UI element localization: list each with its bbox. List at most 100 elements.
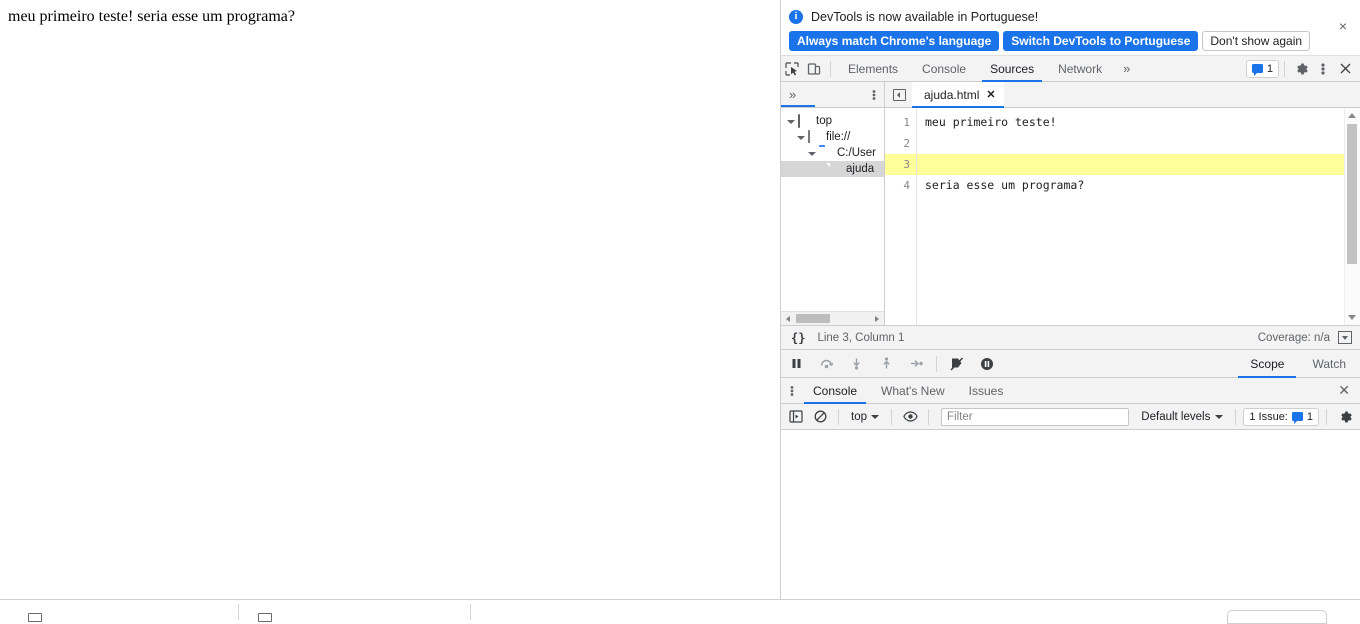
console-settings-gear-icon[interactable] <box>1334 406 1356 428</box>
debugger-toolbar: Scope Watch <box>781 350 1360 378</box>
editor-status-bar: {} Line 3, Column 1 Coverage: n/a <box>781 325 1360 350</box>
always-match-language-button[interactable]: Always match Chrome's language <box>789 31 1000 51</box>
console-levels-selector[interactable]: Default levels <box>1136 411 1228 423</box>
step-out-button[interactable] <box>871 350 901 378</box>
toolbar-divider <box>1235 408 1237 425</box>
drawer-tabbar: Console What's New Issues ✕ <box>781 378 1360 404</box>
scrollbar-thumb[interactable] <box>1347 124 1357 264</box>
inspect-element-icon[interactable] <box>781 58 803 80</box>
file-tree: top file:// C:/User ajuda <box>781 108 884 311</box>
close-drawer-icon[interactable]: ✕ <box>1338 382 1360 399</box>
pretty-print-icon[interactable]: {} <box>791 331 805 345</box>
drawer-tab-whats-new[interactable]: What's New <box>869 378 957 404</box>
tab-sources[interactable]: Sources <box>978 56 1046 82</box>
issues-count: 1 <box>1266 62 1273 75</box>
editor-tab-label: ajuda.html <box>924 87 980 102</box>
pause-on-exceptions-button[interactable] <box>972 350 1002 378</box>
code-line[interactable]: meu primeiro teste! <box>917 112 1344 133</box>
code-content[interactable]: meu primeiro teste! seria esse um progra… <box>917 108 1344 325</box>
line-number-gutter: 1 2 3 4 <box>885 108 917 325</box>
close-tab-icon[interactable]: ✕ <box>986 88 995 101</box>
deactivate-breakpoints-button[interactable] <box>942 350 972 378</box>
tab-elements[interactable]: Elements <box>836 56 910 82</box>
console-context-label: top <box>851 410 867 423</box>
toolbar-divider <box>1326 408 1327 425</box>
scrollbar-thumb[interactable] <box>796 314 830 323</box>
tree-node-ajuda[interactable]: ajuda <box>781 161 884 177</box>
dont-show-again-button[interactable]: Don't show again <box>1202 31 1311 51</box>
device-toolbar-icon[interactable] <box>803 58 825 80</box>
code-editor[interactable]: 1 2 3 4 meu primeiro teste! seria esse u… <box>885 108 1360 325</box>
coverage-dropdown-icon[interactable] <box>1338 331 1352 344</box>
line-number: 1 <box>903 116 910 129</box>
editor-tab-ajuda-html[interactable]: ajuda.html ✕ <box>912 81 1004 108</box>
tab-scope[interactable]: Scope <box>1236 350 1298 378</box>
tree-node-label: ajuda <box>846 163 875 175</box>
editor-vertical-scrollbar[interactable] <box>1344 108 1360 325</box>
step-button[interactable] <box>901 350 931 378</box>
scroll-up-arrow-icon[interactable] <box>1348 113 1356 118</box>
scroll-down-arrow-icon[interactable] <box>1348 315 1356 320</box>
clear-console-icon[interactable] <box>809 406 831 428</box>
taskbar-window-icon[interactable] <box>258 613 272 622</box>
issues-count: 1 <box>1306 410 1313 423</box>
close-notification-icon[interactable]: × <box>1336 19 1350 33</box>
pause-script-button[interactable] <box>781 350 811 378</box>
toolbar-divider <box>928 408 929 425</box>
scroll-left-arrow-icon[interactable] <box>786 315 790 322</box>
more-tabs-icon[interactable]: » <box>1114 56 1139 82</box>
drawer-tab-issues[interactable]: Issues <box>957 378 1016 404</box>
taskbar-button[interactable] <box>1227 610 1327 624</box>
console-issues-badge[interactable]: 1 Issue: 1 <box>1243 407 1319 426</box>
toolbar-divider <box>838 408 839 425</box>
console-sidebar-icon[interactable] <box>785 406 807 428</box>
code-line[interactable] <box>917 133 1344 154</box>
code-line-active[interactable] <box>917 154 1344 175</box>
line-number: 3 <box>885 154 916 175</box>
step-over-button[interactable] <box>811 350 841 378</box>
expand-triangle-icon[interactable] <box>808 152 816 156</box>
navigator-menu-icon[interactable] <box>872 89 884 101</box>
expand-triangle-icon[interactable] <box>787 120 795 124</box>
tree-node-label: top <box>816 115 832 127</box>
taskbar-divider <box>470 604 471 620</box>
expand-triangle-icon[interactable] <box>797 136 805 140</box>
navigator-tabbar: » <box>781 82 884 108</box>
switch-devtools-language-button[interactable]: Switch DevTools to Portuguese <box>1003 31 1199 51</box>
tab-console[interactable]: Console <box>910 56 978 82</box>
coverage-text: Coverage: n/a <box>1257 331 1330 344</box>
drawer-menu-icon[interactable] <box>781 385 801 397</box>
tree-node-folder[interactable]: C:/User <box>781 145 884 161</box>
step-into-button[interactable] <box>841 350 871 378</box>
debugger-sidebar-tabs: Scope Watch <box>1236 350 1360 378</box>
navigator-panel: » top file:// C:/User ajuda <box>781 82 885 325</box>
code-line[interactable]: seria esse um programa? <box>917 175 1344 196</box>
navigator-overflow-icon[interactable]: » <box>781 87 796 102</box>
tree-node-top[interactable]: top <box>781 113 884 129</box>
console-toolbar: top Default levels 1 <box>781 404 1360 430</box>
kebab-menu-icon[interactable] <box>1312 58 1334 80</box>
language-notification: i DevTools is now available in Portugues… <box>781 0 1360 56</box>
tree-node-file-scheme[interactable]: file:// <box>781 129 884 145</box>
issues-label: 1 Issue: <box>1249 410 1288 423</box>
taskbar-divider <box>238 604 239 620</box>
issues-badge[interactable]: 1 <box>1245 59 1279 78</box>
taskbar-strip <box>0 599 1360 624</box>
file-icon <box>828 163 842 175</box>
close-devtools-icon[interactable] <box>1334 58 1356 80</box>
tab-network[interactable]: Network <box>1046 56 1114 82</box>
message-bubble-icon <box>1251 64 1263 76</box>
gear-icon[interactable] <box>1290 58 1312 80</box>
sources-split: » top file:// C:/User ajuda ajuda.html ✕… <box>781 81 1360 325</box>
collapse-sidebar-icon[interactable] <box>893 88 906 101</box>
live-expression-icon[interactable] <box>899 406 921 428</box>
scroll-right-arrow-icon[interactable] <box>875 315 879 322</box>
console-filter-input[interactable] <box>941 407 1130 426</box>
navigator-horizontal-scrollbar[interactable] <box>781 311 884 325</box>
drawer-tab-console[interactable]: Console <box>801 378 869 404</box>
taskbar-window-icon[interactable] <box>28 613 42 622</box>
console-context-selector[interactable]: top <box>846 407 884 427</box>
panel-tabs: Elements Console Sources Network » <box>836 56 1139 82</box>
tab-watch[interactable]: Watch <box>1298 350 1360 378</box>
